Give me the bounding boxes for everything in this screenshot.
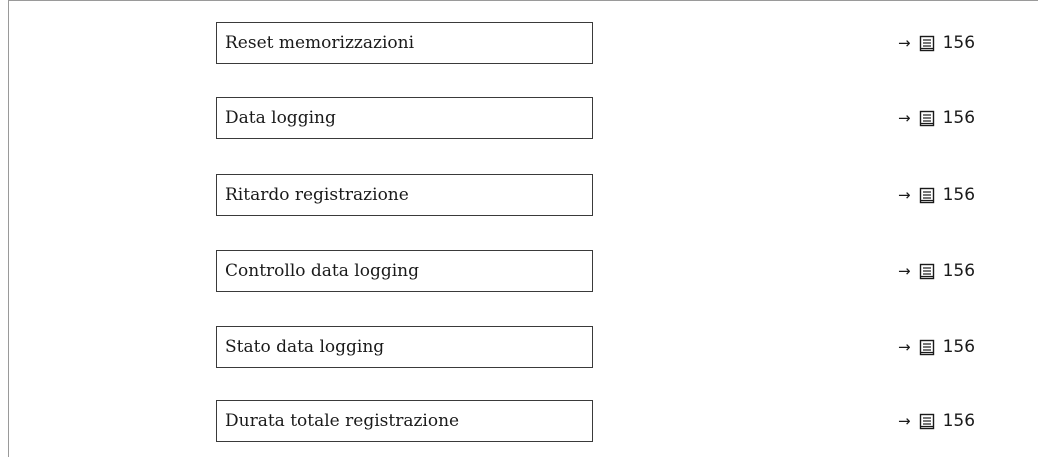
book-icon — [919, 413, 935, 430]
page-reference-link[interactable]: → 156 — [898, 326, 975, 368]
document-frame — [8, 0, 1038, 457]
parameter-box-reset-memorizzazioni[interactable]: Reset memorizzazioni — [216, 22, 593, 64]
list-item: Ritardo registrazione → 156 — [0, 174, 1038, 216]
page-number: 156 — [942, 33, 976, 53]
list-item: Durata totale registrazione → 156 — [0, 400, 1038, 442]
parameter-box-durata-totale-registrazione[interactable]: Durata totale registrazione — [216, 400, 593, 442]
book-icon — [919, 187, 935, 204]
book-icon — [919, 339, 935, 356]
arrow-right-icon: → — [898, 186, 911, 204]
page-reference-link[interactable]: → 156 — [898, 400, 975, 442]
list-item: Data logging → 156 — [0, 97, 1038, 139]
list-item: Reset memorizzazioni → 156 — [0, 22, 1038, 64]
parameter-label: Durata totale registrazione — [225, 411, 460, 431]
page-number: 156 — [942, 108, 976, 128]
parameter-label: Data logging — [225, 108, 336, 128]
parameter-label: Ritardo registrazione — [225, 185, 409, 205]
parameter-label: Stato data logging — [225, 337, 385, 357]
page-reference-link[interactable]: → 156 — [898, 174, 975, 216]
page-number: 156 — [942, 411, 976, 431]
arrow-right-icon: → — [898, 262, 911, 280]
parameter-label: Reset memorizzazioni — [225, 33, 415, 53]
book-icon — [919, 263, 935, 280]
page-number: 156 — [942, 185, 976, 205]
parameter-box-stato-data-logging[interactable]: Stato data logging — [216, 326, 593, 368]
page-number: 156 — [942, 261, 976, 281]
list-item: Stato data logging → 156 — [0, 326, 1038, 368]
page-number: 156 — [942, 337, 976, 357]
list-item: Controllo data logging → 156 — [0, 250, 1038, 292]
page-reference-link[interactable]: → 156 — [898, 97, 975, 139]
parameter-label: Controllo data logging — [225, 261, 419, 281]
parameter-box-controllo-data-logging[interactable]: Controllo data logging — [216, 250, 593, 292]
parameter-box-data-logging[interactable]: Data logging — [216, 97, 593, 139]
arrow-right-icon: → — [898, 109, 911, 127]
book-icon — [919, 110, 935, 127]
parameter-box-ritardo-registrazione[interactable]: Ritardo registrazione — [216, 174, 593, 216]
book-icon — [919, 35, 935, 52]
arrow-right-icon: → — [898, 34, 911, 52]
arrow-right-icon: → — [898, 338, 911, 356]
page-reference-link[interactable]: → 156 — [898, 22, 975, 64]
arrow-right-icon: → — [898, 412, 911, 430]
page-reference-link[interactable]: → 156 — [898, 250, 975, 292]
